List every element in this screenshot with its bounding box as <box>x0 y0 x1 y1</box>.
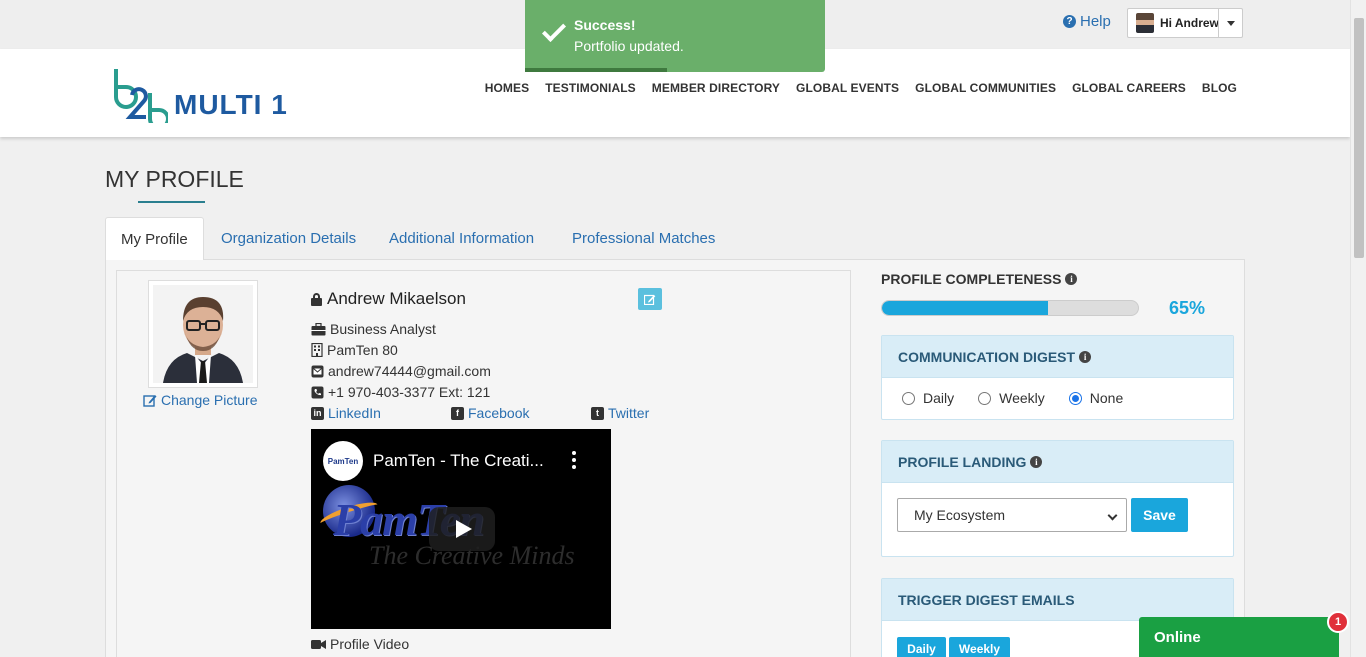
info-icon[interactable]: i <box>1065 273 1078 285</box>
page-title: MY PROFILE <box>105 166 244 192</box>
linkedin-link[interactable]: in LinkedIn <box>311 405 381 421</box>
facebook-icon: f <box>451 406 464 420</box>
help-link[interactable]: ? Help <box>1063 13 1111 30</box>
profile-photo <box>148 280 258 388</box>
tab-organization-details[interactable]: Organization Details <box>206 217 371 260</box>
info-icon[interactable]: i <box>1030 455 1043 468</box>
trigger-digest-header: TRIGGER DIGEST EMAILS <box>882 579 1233 621</box>
nav-global-communities[interactable]: GLOBAL COMMUNITIES <box>915 81 1056 95</box>
trigger-daily-button[interactable]: Daily <box>897 637 946 657</box>
building-icon <box>311 343 323 357</box>
linkedin-label: LinkedIn <box>328 405 381 421</box>
facebook-label: Facebook <box>468 405 530 421</box>
b2b-logo-icon <box>112 67 170 130</box>
site-logo[interactable]: MULTI 1 <box>112 63 288 130</box>
profile-video-label: Profile Video <box>311 636 409 652</box>
user-menu-button[interactable]: Hi Andrew <box>1127 8 1243 38</box>
help-label: Help <box>1080 13 1111 30</box>
digest-option-weekly[interactable]: Weekly <box>978 390 1045 406</box>
company-row: PamTen 80 <box>311 342 398 358</box>
profile-landing-header: PROFILE LANDING i <box>882 441 1233 483</box>
scrollbar-thumb[interactable] <box>1354 18 1364 258</box>
chevron-down-icon <box>1107 510 1118 521</box>
nav-blog[interactable]: BLOG <box>1202 81 1237 95</box>
briefcase-icon <box>311 322 326 335</box>
facebook-link[interactable]: f Facebook <box>451 405 529 421</box>
email-row: andrew74444@gmail.com <box>311 363 491 379</box>
profile-video-player[interactable]: PamTen PamTen - The Creati... PamTen The… <box>311 429 611 629</box>
main-nav: HOMES TESTIMONIALS MEMBER DIRECTORY GLOB… <box>485 81 1237 95</box>
tab-my-profile[interactable]: My Profile <box>105 217 204 261</box>
profile-name-text: Andrew Mikaelson <box>327 289 466 308</box>
twitter-label: Twitter <box>608 405 650 421</box>
info-icon[interactable]: i <box>1079 350 1092 363</box>
play-button-icon[interactable] <box>429 507 495 551</box>
toast-message: Portfolio updated. <box>574 38 684 54</box>
caret-down-icon <box>1226 20 1235 26</box>
trigger-weekly-button[interactable]: Weekly <box>949 637 1010 657</box>
phone-number: +1 970-403-3377 Ext: 121 <box>328 384 491 400</box>
twitter-icon: t <box>591 406 604 420</box>
radio-none[interactable] <box>1068 391 1082 405</box>
envelope-icon <box>311 365 324 377</box>
nav-global-events[interactable]: GLOBAL EVENTS <box>796 81 899 95</box>
profile-completeness-percent: 65% <box>1169 298 1206 318</box>
email-address: andrew74444@gmail.com <box>328 363 491 379</box>
communication-digest-header: COMMUNICATION DIGEST i <box>882 336 1233 378</box>
phone-icon <box>311 386 324 398</box>
video-camera-icon <box>311 639 326 649</box>
user-greeting: Hi Andrew <box>1160 16 1219 30</box>
profile-landing-select[interactable]: My Ecosystem <box>897 498 1127 532</box>
job-title-row: Business Analyst <box>311 321 436 337</box>
radio-weekly[interactable] <box>978 391 992 405</box>
edit-icon <box>644 294 656 305</box>
user-menu-dropdown-toggle[interactable] <box>1218 9 1242 37</box>
job-title: Business Analyst <box>330 321 436 337</box>
linkedin-icon: in <box>311 406 324 420</box>
profile-completeness-fill <box>882 301 1049 315</box>
page-scrollbar[interactable] <box>1350 0 1366 657</box>
lock-icon <box>311 292 322 306</box>
channel-logo[interactable]: PamTen <box>323 441 363 481</box>
profile-name: Andrew Mikaelson <box>311 289 466 309</box>
change-picture-link[interactable]: Change Picture <box>143 392 258 408</box>
toast-title: Success! <box>574 17 636 33</box>
digest-option-none[interactable]: None <box>1068 390 1123 406</box>
edit-profile-button[interactable] <box>638 288 662 310</box>
nav-global-careers[interactable]: GLOBAL CAREERS <box>1072 81 1186 95</box>
more-options-icon[interactable] <box>571 451 577 471</box>
radio-daily[interactable] <box>902 391 915 405</box>
success-toast[interactable]: Success! Portfolio updated. <box>525 0 825 72</box>
profile-completeness-label: PROFILE COMPLETENESS i <box>881 271 1078 287</box>
tab-additional-information[interactable]: Additional Information <box>374 217 549 260</box>
profile-landing-save-button[interactable]: Save <box>1131 498 1188 532</box>
company-name: PamTen 80 <box>327 342 398 358</box>
video-title[interactable]: PamTen - The Creati... <box>373 451 544 471</box>
chat-notification-badge: 1 <box>1327 611 1349 633</box>
communication-digest-box: COMMUNICATION DIGEST i Daily Weekly None <box>881 335 1234 420</box>
twitter-link[interactable]: t Twitter <box>591 405 649 421</box>
checkmark-icon <box>541 17 567 43</box>
logo-text: MULTI 1 <box>174 89 288 120</box>
profile-completeness-bar <box>881 300 1139 316</box>
communication-digest-options: Daily Weekly None <box>882 378 1233 406</box>
user-avatar <box>1136 13 1154 33</box>
online-chat-widget[interactable]: Online <box>1139 617 1339 657</box>
tab-professional-matches[interactable]: Professional Matches <box>557 217 730 260</box>
edit-icon <box>143 394 157 407</box>
question-icon: ? <box>1063 15 1076 28</box>
toast-timer-bar <box>525 68 667 72</box>
digest-option-daily[interactable]: Daily <box>902 390 954 406</box>
profile-tabs: My Profile Organization Details Addition… <box>105 217 1245 261</box>
change-picture-label: Change Picture <box>161 392 258 408</box>
nav-member-directory[interactable]: MEMBER DIRECTORY <box>652 81 780 95</box>
profile-landing-box: PROFILE LANDING i My Ecosystem Save <box>881 440 1234 557</box>
title-underline <box>138 201 205 203</box>
nav-homes[interactable]: HOMES <box>485 81 530 95</box>
nav-testimonials[interactable]: TESTIMONIALS <box>545 81 636 95</box>
phone-row: +1 970-403-3377 Ext: 121 <box>311 384 490 400</box>
